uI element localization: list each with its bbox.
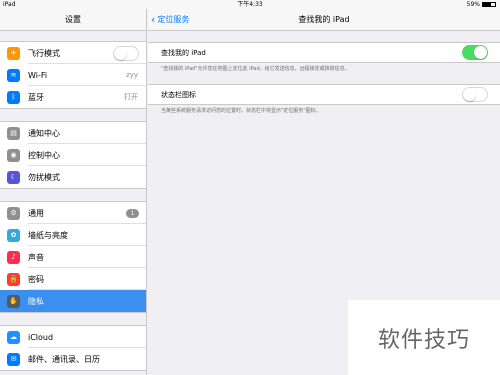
status-bar-icon-label: 状态栏图标 bbox=[161, 90, 196, 99]
battery-percent: 59% bbox=[466, 1, 480, 8]
mail-icon: ✉ bbox=[7, 352, 20, 366]
sidebar-item-label: 飞行模式 bbox=[28, 48, 60, 58]
bluetooth-icon: ᛒ bbox=[7, 90, 20, 104]
battery-indicator: 59% bbox=[467, 0, 496, 9]
wifi-icon: ≋ bbox=[7, 68, 20, 82]
watermark: 软件技巧 bbox=[348, 300, 500, 375]
sidebar-item-label: iCloud bbox=[28, 332, 54, 342]
privacy-hand-icon: ✋ bbox=[7, 294, 20, 308]
find-my-ipad-row[interactable]: 查找我的 iPad bbox=[148, 42, 500, 63]
airplane-icon: ✈ bbox=[7, 46, 20, 60]
update-badge: 1 bbox=[126, 208, 139, 218]
status-bar: iPad 下午4:33 59% bbox=[0, 0, 500, 9]
status-bar-icon-row[interactable]: 状态栏图标 bbox=[148, 84, 500, 105]
sidebar-item[interactable]: ⚙ 通用 1 bbox=[0, 202, 146, 224]
wallpaper-icon: ✿ bbox=[7, 228, 20, 242]
sidebar-item-label: 蓝牙 bbox=[28, 92, 44, 102]
settings-group: ☁ iCloud ✉ 邮件、通讯录、日历 bbox=[0, 325, 146, 371]
sidebar-item-label: 密码 bbox=[28, 274, 44, 284]
sidebar-item[interactable]: ≋ Wi-Fi zyy bbox=[0, 64, 146, 86]
sidebar-item[interactable]: ☁ iCloud bbox=[0, 326, 146, 348]
sidebar-item-label: 声音 bbox=[28, 252, 44, 262]
sidebar-item[interactable]: ♪ 声音 bbox=[0, 246, 146, 268]
sidebar-item-label: 勿扰模式 bbox=[28, 172, 60, 182]
sidebar-item[interactable]: ✋ 隐私 bbox=[0, 290, 146, 312]
sidebar-title: 设置 bbox=[0, 9, 146, 31]
sidebar-item-value: zyy bbox=[126, 71, 138, 79]
icloud-icon: ☁ bbox=[7, 330, 20, 344]
sidebar-item[interactable]: 🔒 密码 bbox=[0, 268, 146, 290]
sidebar-item-label: 邮件、通讯录、日历 bbox=[28, 354, 100, 364]
status-time: 下午4:33 bbox=[237, 1, 263, 8]
settings-sidebar: 设置 ✈ 飞行模式 ≋ Wi-Fi zyy ᛒ 蓝牙 打开 ▤ 通知中心 ◉ 控制中心 ☾ 勿扰模式 ⚙ 通用… bbox=[0, 9, 147, 375]
airplane-mode-toggle[interactable] bbox=[113, 45, 139, 61]
page-title: 查找我的 iPad bbox=[298, 15, 350, 24]
sidebar-item-label: 墙纸与亮度 bbox=[28, 230, 68, 240]
gear-icon: ⚙ bbox=[7, 206, 20, 220]
find-my-ipad-toggle[interactable] bbox=[462, 45, 488, 60]
sidebar-item[interactable]: ✿ 墙纸与亮度 bbox=[0, 224, 146, 246]
sound-icon: ♪ bbox=[7, 250, 20, 264]
battery-icon bbox=[482, 2, 496, 7]
nav-bar: ‹ 定位服务 查找我的 iPad bbox=[148, 9, 500, 31]
sidebar-item[interactable]: ᛒ 蓝牙 打开 bbox=[0, 86, 146, 108]
sidebar-item-label: Wi-Fi bbox=[28, 70, 48, 80]
find-my-ipad-footnote: "查找我的 iPad"允许您在地图上定位此 iPad，给它发送信息，远程锁定或抹… bbox=[161, 66, 350, 72]
sidebar-item-label: 控制中心 bbox=[28, 150, 60, 160]
settings-group: ▤ 通知中心 ◉ 控制中心 ☾ 勿扰模式 bbox=[0, 121, 146, 189]
sidebar-item-label: 通用 bbox=[28, 208, 44, 218]
sidebar-item-value: 打开 bbox=[124, 93, 138, 101]
passcode-icon: 🔒 bbox=[7, 272, 20, 286]
notification-center-icon: ▤ bbox=[7, 126, 20, 140]
find-my-ipad-label: 查找我的 iPad bbox=[161, 48, 206, 57]
status-bar-icon-footnote: 当某些系统服务请求访问您的位置时，状态栏中将显示"定位服务"图标。 bbox=[161, 108, 321, 114]
sidebar-item[interactable]: ✉ 邮件、通讯录、日历 bbox=[0, 348, 146, 370]
sidebar-item-label: 通知中心 bbox=[28, 128, 60, 138]
sidebar-item-label: 隐私 bbox=[28, 296, 44, 306]
sidebar-item[interactable]: ▤ 通知中心 bbox=[0, 122, 146, 144]
settings-group: ⚙ 通用 1 ✿ 墙纸与亮度 ♪ 声音 🔒 密码 ✋ 隐私 bbox=[0, 201, 146, 313]
sidebar-item[interactable]: ✈ 飞行模式 bbox=[0, 42, 146, 64]
sidebar-item[interactable]: ☾ 勿扰模式 bbox=[0, 166, 146, 188]
do-not-disturb-icon: ☾ bbox=[7, 170, 20, 184]
status-bar-icon-toggle[interactable] bbox=[462, 87, 488, 102]
sidebar-item[interactable]: ◉ 控制中心 bbox=[0, 144, 146, 166]
settings-group: ✈ 飞行模式 ≋ Wi-Fi zyy ᛒ 蓝牙 打开 bbox=[0, 41, 146, 109]
control-center-icon: ◉ bbox=[7, 148, 20, 162]
